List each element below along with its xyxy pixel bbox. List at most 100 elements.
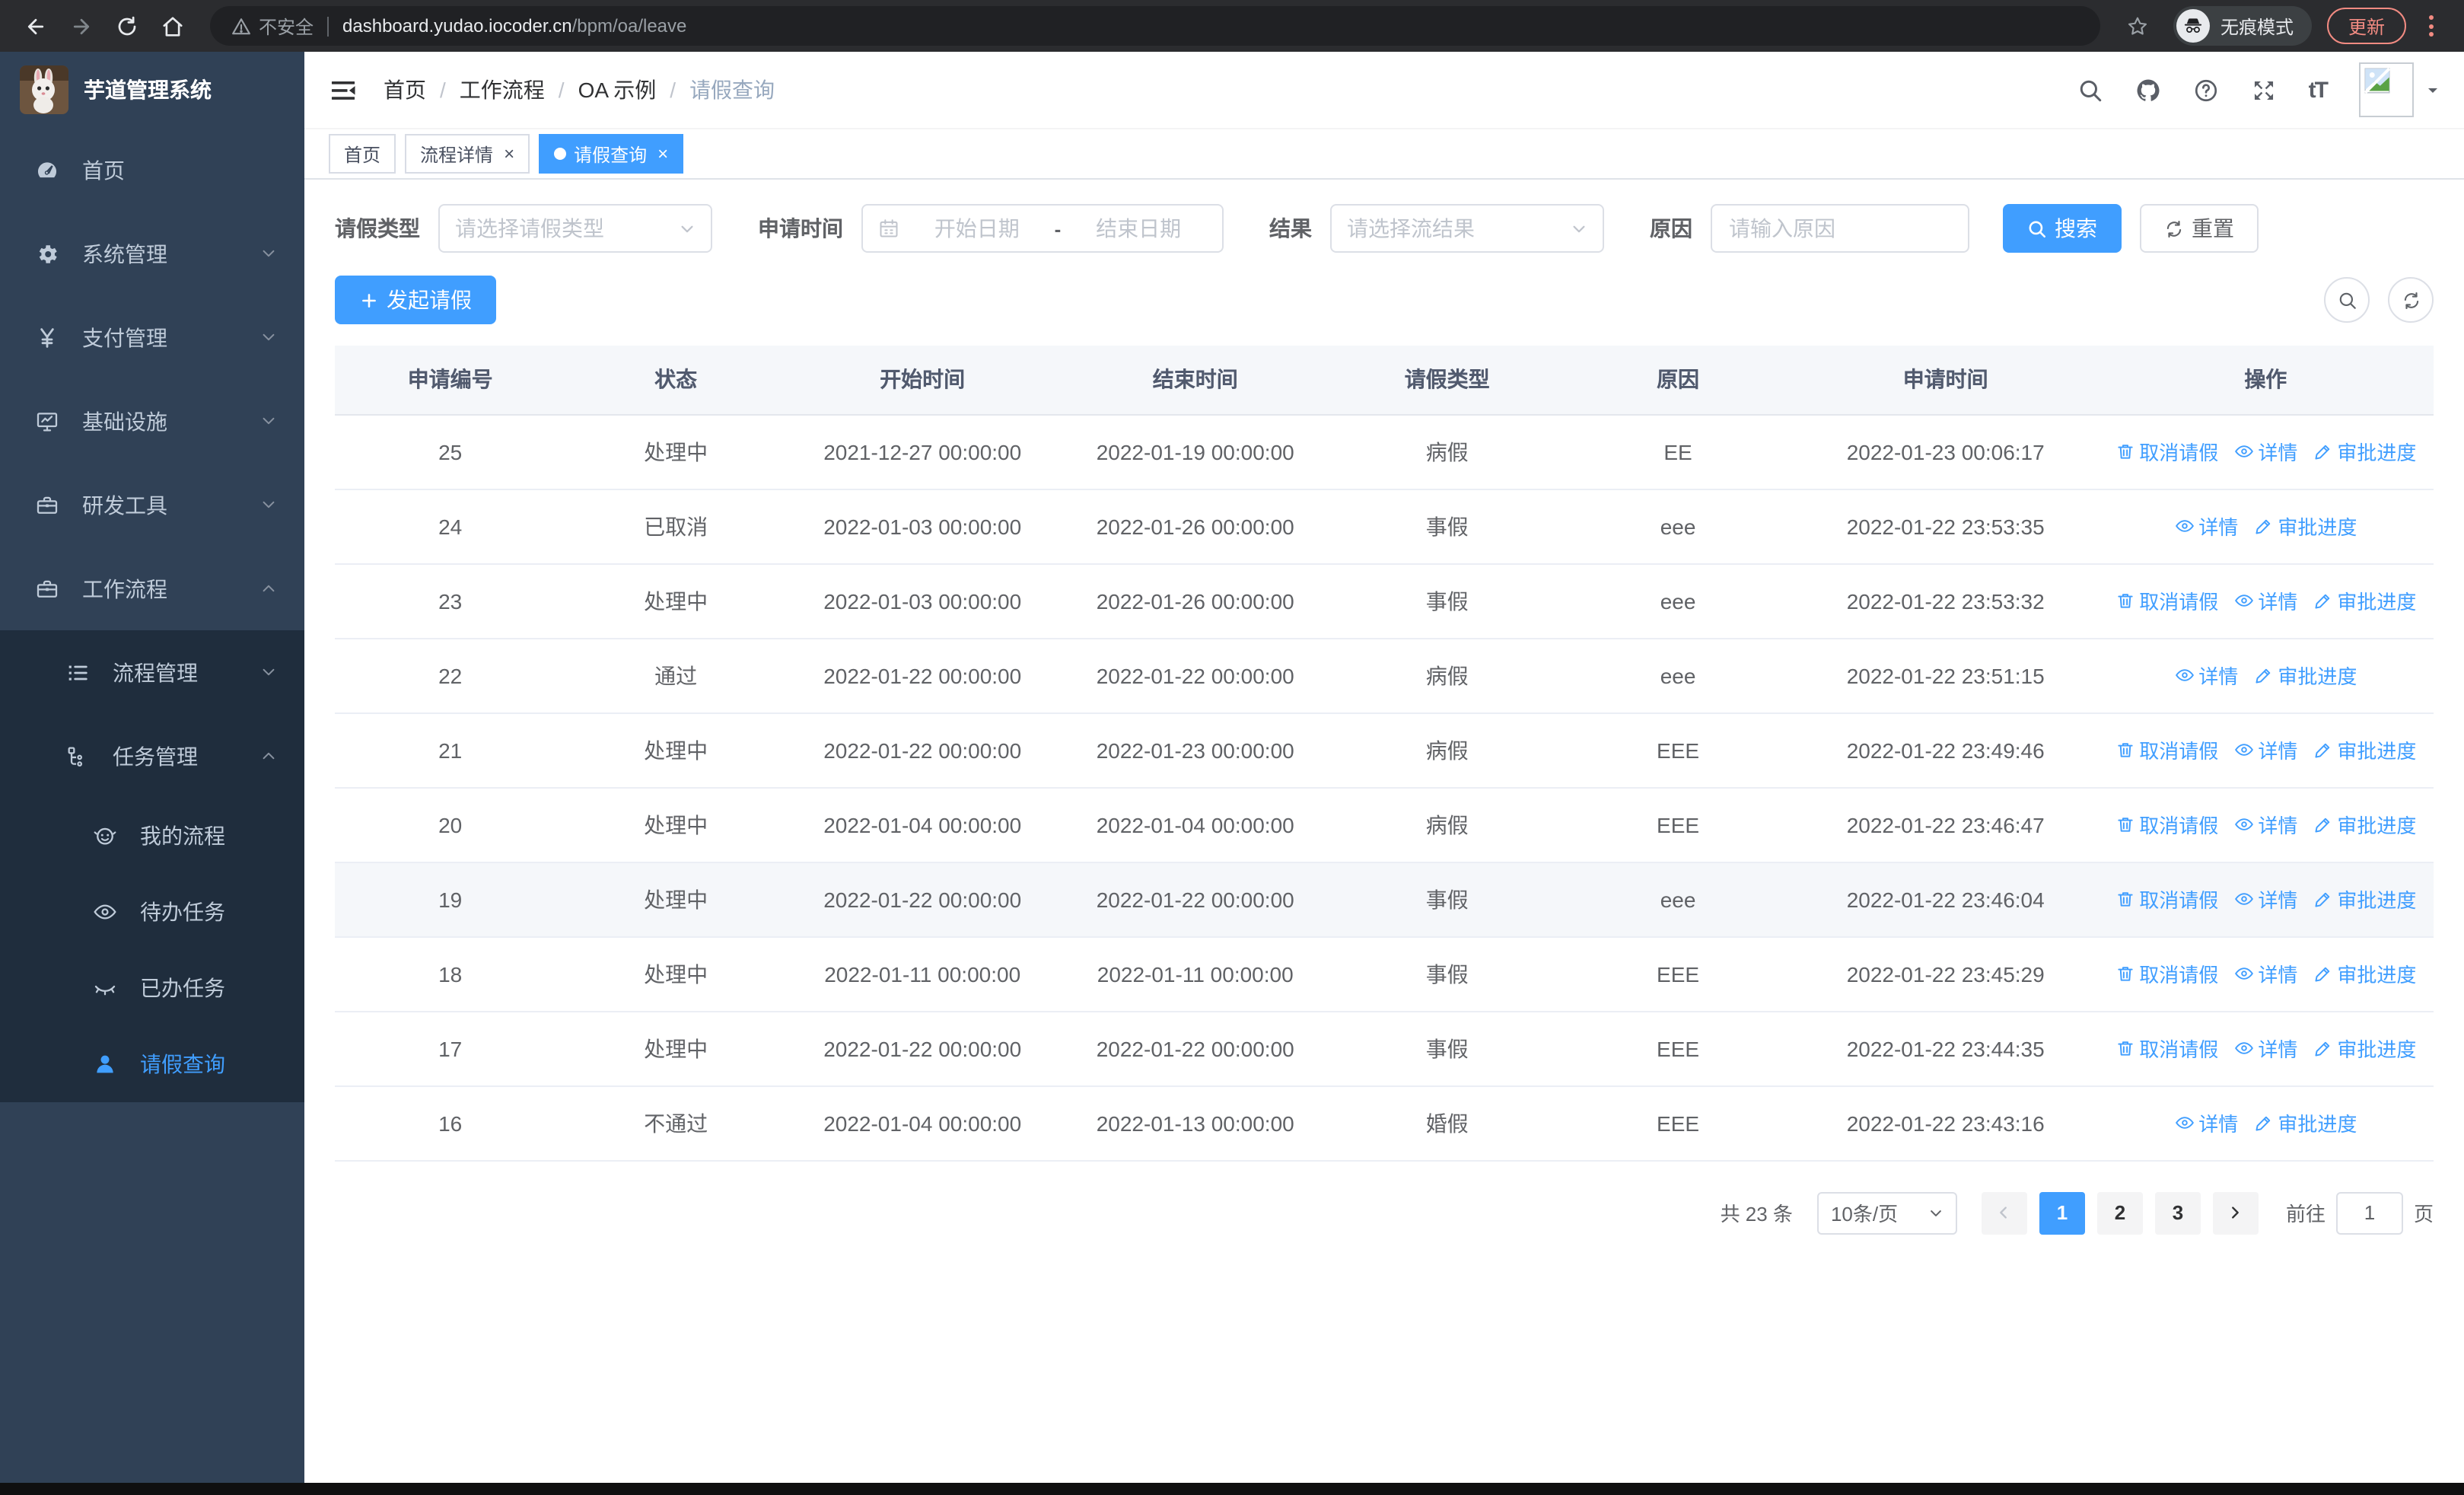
cancel-leave-link[interactable]: 取消请假	[2115, 586, 2218, 615]
page-size-select[interactable]: 10条/页	[1816, 1191, 1957, 1234]
show-search-button[interactable]	[2324, 277, 2370, 323]
forward-icon[interactable]	[61, 6, 100, 46]
breadcrumb-item[interactable]: 工作流程	[460, 75, 545, 105]
sidebar-item-0[interactable]: 首页	[0, 128, 304, 212]
cell-id: 24	[335, 489, 566, 564]
detail-link[interactable]: 详情	[2233, 735, 2297, 764]
cancel-leave-link[interactable]: 取消请假	[2115, 1034, 2218, 1063]
detail-link[interactable]: 详情	[2174, 661, 2238, 690]
goto-page-input[interactable]	[2335, 1191, 2403, 1234]
browser-menu-icon[interactable]	[2415, 15, 2446, 37]
close-icon[interactable]: ×	[657, 145, 668, 163]
back-icon[interactable]	[15, 6, 55, 46]
security-warning-icon[interactable]	[231, 16, 251, 36]
sidebar-item-6[interactable]: 流程管理	[0, 630, 304, 714]
sidebar-item-3[interactable]: 基础设施	[0, 379, 304, 463]
breadcrumb-item[interactable]: OA 示例	[578, 75, 657, 105]
cell-apply-time: 2022-01-23 00:06:17	[1793, 414, 2098, 489]
page-button-2[interactable]: 2	[2096, 1191, 2143, 1234]
breadcrumb-item[interactable]: 首页	[384, 75, 426, 105]
tab-流程详情[interactable]: 流程详情 ×	[405, 134, 530, 174]
approval-progress-link[interactable]: 审批进度	[2313, 810, 2416, 839]
cell-status: 已取消	[565, 489, 786, 564]
github-icon[interactable]	[2135, 77, 2161, 103]
refresh-table-button[interactable]	[2388, 277, 2434, 323]
sidebar-item-2[interactable]: 支付管理	[0, 295, 304, 379]
search-button[interactable]: 搜索	[2003, 204, 2122, 253]
sidebar-item-4[interactable]: 研发工具	[0, 463, 304, 547]
briefcase-icon	[30, 576, 64, 601]
tab-请假查询[interactable]: 请假查询 ×	[539, 134, 684, 174]
address-bar[interactable]: 不安全 dashboard.yudao.iocoder.cn/bpm/oa/le…	[210, 6, 2100, 46]
detail-link[interactable]: 详情	[2233, 437, 2297, 466]
sidebar-item-label: 研发工具	[82, 492, 167, 517]
approval-progress-link[interactable]: 审批进度	[2313, 735, 2416, 764]
goto-label: 前往	[2285, 1203, 2326, 1226]
update-button[interactable]: 更新	[2326, 8, 2406, 44]
cell-start-time: 2022-01-22 00:00:00	[785, 1011, 1059, 1086]
bookmark-star-icon[interactable]	[2119, 6, 2158, 46]
result-select[interactable]: 请选择流结果	[1330, 204, 1604, 253]
fullscreen-icon[interactable]	[2251, 77, 2277, 103]
eye-icon	[2233, 814, 2253, 834]
action-label: 审批进度	[2278, 665, 2357, 688]
sidebar-item-11[interactable]: 请假查询	[0, 1026, 304, 1102]
create-leave-button[interactable]: 发起请假	[335, 276, 496, 324]
detail-link[interactable]: 详情	[2233, 1034, 2297, 1063]
cell-end-time: 2022-01-19 00:00:00	[1059, 414, 1332, 489]
prev-page-button[interactable]	[1981, 1191, 2027, 1234]
detail-link[interactable]: 详情	[2174, 512, 2238, 540]
cell-actions: 取消请假 详情 审批进度	[2097, 414, 2434, 489]
breadcrumb-separator: /	[670, 78, 676, 102]
action-label: 详情	[2258, 591, 2298, 614]
close-icon[interactable]: ×	[504, 145, 514, 163]
approval-progress-link[interactable]: 审批进度	[2253, 661, 2357, 690]
approval-progress-link[interactable]: 审批进度	[2253, 1108, 2357, 1137]
sidebar-item-8[interactable]: 我的流程	[0, 798, 304, 874]
cancel-leave-link[interactable]: 取消请假	[2115, 735, 2218, 764]
detail-link[interactable]: 详情	[2233, 959, 2297, 988]
apply-time-range-picker[interactable]: 开始日期 - 结束日期	[861, 204, 1224, 253]
approval-progress-link[interactable]: 审批进度	[2313, 885, 2416, 913]
approval-progress-link[interactable]: 审批进度	[2313, 586, 2416, 615]
edit-icon	[2313, 591, 2332, 610]
next-page-button[interactable]	[2212, 1191, 2259, 1234]
url-divider	[327, 16, 329, 36]
home-icon[interactable]	[152, 6, 192, 46]
cancel-leave-link[interactable]: 取消请假	[2115, 810, 2218, 839]
user-menu[interactable]	[2359, 62, 2440, 117]
eye-icon	[2174, 1113, 2194, 1133]
sidebar-item-7[interactable]: 任务管理	[0, 714, 304, 798]
help-icon[interactable]	[2193, 77, 2219, 103]
tab-首页[interactable]: 首页	[329, 134, 396, 174]
sidebar-item-1[interactable]: 系统管理	[0, 212, 304, 295]
detail-link[interactable]: 详情	[2233, 810, 2297, 839]
sidebar-item-10[interactable]: 已办任务	[0, 950, 304, 1026]
reload-icon[interactable]	[107, 6, 146, 46]
approval-progress-link[interactable]: 审批进度	[2313, 437, 2416, 466]
table-row: 19 处理中 2022-01-22 00:00:00 2022-01-22 00:00…	[335, 862, 2434, 937]
leave-type-select[interactable]: 请选择请假类型	[438, 204, 712, 253]
search-icon[interactable]	[2077, 77, 2103, 103]
cancel-leave-link[interactable]: 取消请假	[2115, 885, 2218, 913]
detail-link[interactable]: 详情	[2233, 586, 2297, 615]
cancel-leave-link[interactable]: 取消请假	[2115, 437, 2218, 466]
app-logo[interactable]: 芋道管理系统	[0, 52, 304, 128]
page-button-1[interactable]: 1	[2039, 1191, 2085, 1234]
sidebar-item-9[interactable]: 待办任务	[0, 874, 304, 950]
approval-progress-link[interactable]: 审批进度	[2313, 1034, 2416, 1063]
cancel-leave-link[interactable]: 取消请假	[2115, 959, 2218, 988]
cell-status: 处理中	[565, 862, 786, 937]
edit-icon	[2253, 1113, 2273, 1133]
reset-button[interactable]: 重置	[2140, 204, 2259, 253]
approval-progress-link[interactable]: 审批进度	[2313, 959, 2416, 988]
collapse-sidebar-icon[interactable]	[329, 75, 358, 104]
sidebar-item-5[interactable]: 工作流程	[0, 547, 304, 630]
cell-start-time: 2022-01-22 00:00:00	[785, 638, 1059, 713]
page-button-3[interactable]: 3	[2154, 1191, 2201, 1234]
reason-input[interactable]	[1711, 204, 1969, 253]
detail-link[interactable]: 详情	[2233, 885, 2297, 913]
font-size-icon[interactable]: tT	[2309, 77, 2329, 103]
detail-link[interactable]: 详情	[2174, 1108, 2238, 1137]
approval-progress-link[interactable]: 审批进度	[2253, 512, 2357, 540]
